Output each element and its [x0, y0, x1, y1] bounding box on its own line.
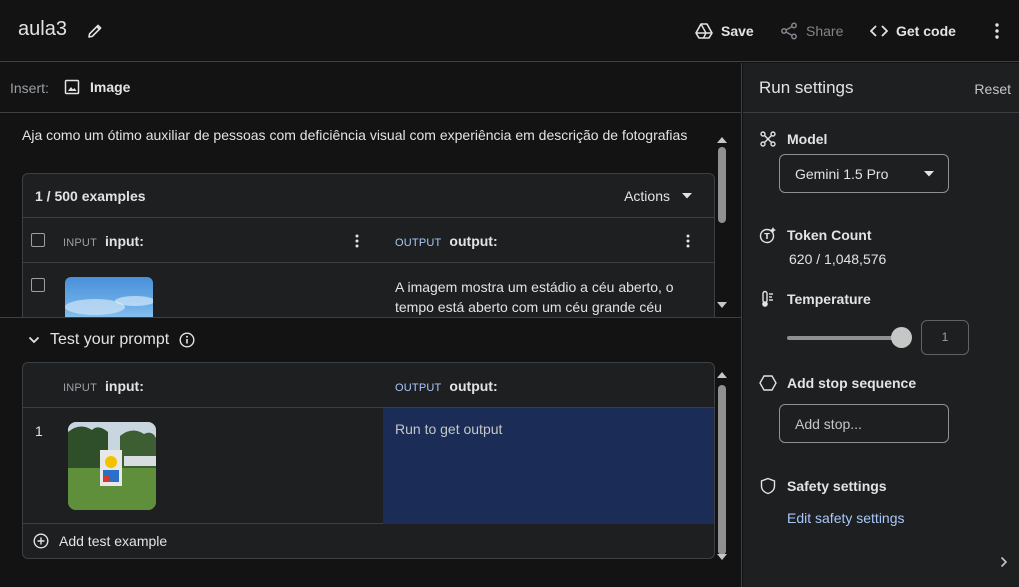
model-select[interactable]: Gemini 1.5 Pro — [779, 154, 949, 193]
test-prompt-header[interactable]: Test your prompt — [28, 331, 195, 349]
select-all-checkbox[interactable] — [31, 233, 45, 247]
insert-label: Insert: — [10, 80, 49, 96]
examples-count: 1 / 500 examples — [35, 188, 146, 204]
token-icon: T — [759, 226, 777, 244]
model-icon — [759, 130, 777, 148]
model-label: Model — [787, 131, 828, 147]
test-table: INPUT input: OUTPUT output: 1 Run to get… — [22, 362, 715, 559]
safety-label: Safety settings — [787, 478, 887, 494]
token-count-value: 620 / 1,048,576 — [789, 251, 887, 267]
test-output-tag: OUTPUT — [395, 382, 442, 394]
get-code-label: Get code — [896, 23, 956, 39]
scroll-up-arrow-icon[interactable] — [716, 136, 728, 144]
examples-header: 1 / 500 examples Actions — [23, 174, 714, 218]
chevron-down-icon[interactable] — [28, 336, 40, 344]
model-select-value: Gemini 1.5 Pro — [795, 166, 889, 182]
test-input-label: input: — [105, 378, 144, 394]
temperature-slider-thumb[interactable] — [891, 327, 912, 348]
test-output-column-header: OUTPUT output: — [395, 378, 498, 394]
row-checkbox[interactable] — [31, 278, 45, 292]
test-row[interactable]: 1 Run to get output — [23, 408, 714, 524]
scroll-down-arrow-icon[interactable] — [716, 301, 728, 309]
test-output-label: output: — [449, 378, 498, 394]
top-bar: aula3 Save Share Get code — [0, 0, 1019, 62]
input-tag: INPUT — [63, 237, 97, 249]
stop-sequence-section-label: Add stop sequence — [759, 374, 916, 392]
save-label: Save — [721, 23, 754, 39]
test-output-cell[interactable]: Run to get output — [383, 408, 714, 524]
prompt-title: aula3 — [18, 18, 67, 40]
hexagon-icon — [759, 374, 777, 392]
insert-image-button[interactable]: Image — [64, 79, 130, 95]
share-label: Share — [806, 23, 844, 39]
stop-sequence-placeholder: Add stop... — [795, 416, 862, 432]
edit-safety-settings-link[interactable]: Edit safety settings — [787, 510, 905, 526]
run-settings-panel: Run settings Reset Model Gemini 1.5 Pro … — [743, 63, 1019, 587]
insert-toolbar: Insert: Image — [0, 63, 742, 113]
example-output-text[interactable]: A imagem mostra um estádio a céu aberto,… — [395, 277, 695, 317]
park-image-thumbnail[interactable] — [68, 422, 156, 510]
example-row[interactable]: A imagem mostra um estádio a céu aberto,… — [23, 263, 714, 317]
image-icon — [64, 79, 80, 95]
reset-button[interactable]: Reset — [974, 81, 1011, 97]
save-button[interactable]: Save — [695, 20, 754, 42]
drive-icon — [695, 23, 713, 39]
test-input-column-header: INPUT input: — [63, 378, 144, 394]
get-code-button[interactable]: Get code — [870, 20, 956, 42]
run-settings-header: Run settings Reset — [743, 63, 1019, 113]
share-icon — [780, 22, 798, 40]
input-column-header: INPUT input: — [63, 233, 144, 249]
temperature-input[interactable]: 1 — [921, 320, 969, 355]
caret-down-icon — [924, 171, 934, 177]
output-column-label: output: — [449, 233, 498, 249]
run-settings-title: Run settings — [759, 78, 854, 97]
shield-icon — [759, 477, 777, 495]
insert-image-label: Image — [90, 79, 131, 95]
scroll-down-arrow-icon[interactable] — [716, 553, 728, 561]
temperature-slider-track[interactable] — [787, 336, 903, 340]
prompt-editor-panel: Insert: Image Aja como um ótimo auxiliar… — [0, 63, 742, 587]
token-count-label: Token Count — [787, 227, 872, 243]
temperature-label: Temperature — [787, 291, 871, 307]
scrollbar-thumb[interactable] — [718, 385, 726, 555]
actions-button[interactable]: Actions — [624, 188, 692, 204]
stadium-image-thumbnail[interactable] — [65, 277, 153, 317]
code-icon — [870, 24, 888, 38]
examples-table: 1 / 500 examples Actions INPUT input: OU… — [22, 173, 715, 318]
scrollbar-thumb[interactable] — [718, 147, 726, 223]
add-test-example-button[interactable]: Add test example — [33, 533, 167, 549]
test-row-number: 1 — [35, 423, 43, 439]
panel-divider[interactable] — [0, 317, 742, 318]
temperature-section-label: Temperature — [759, 290, 871, 308]
share-button[interactable]: Share — [780, 20, 843, 42]
chevron-right-icon[interactable] — [1000, 556, 1008, 568]
caret-down-icon — [682, 193, 692, 199]
test-input-tag: INPUT — [63, 382, 97, 394]
pencil-icon[interactable] — [86, 22, 104, 40]
output-tag: OUTPUT — [395, 237, 442, 249]
thermometer-icon — [759, 290, 777, 308]
output-column-header: OUTPUT output: — [395, 233, 498, 249]
stop-sequence-input[interactable]: Add stop... — [779, 404, 949, 443]
examples-column-header: INPUT input: OUTPUT output: — [23, 218, 714, 263]
add-test-example-label: Add test example — [59, 533, 168, 549]
scroll-up-arrow-icon[interactable] — [716, 371, 728, 379]
info-icon[interactable] — [179, 332, 195, 348]
test-column-header: INPUT input: OUTPUT output: — [23, 363, 714, 408]
system-instruction-text[interactable]: Aja como um ótimo auxiliar de pessoas co… — [22, 127, 687, 143]
stop-sequence-label: Add stop sequence — [787, 375, 917, 391]
actions-label: Actions — [624, 188, 670, 204]
input-column-label: input: — [105, 233, 144, 249]
more-vert-icon[interactable] — [988, 21, 1006, 41]
test-output-placeholder: Run to get output — [395, 421, 503, 437]
test-prompt-title: Test your prompt — [50, 331, 170, 348]
safety-section-label: Safety settings — [759, 477, 887, 495]
input-column-more-icon[interactable] — [355, 234, 359, 248]
add-circle-icon — [33, 533, 49, 549]
svg-text:T: T — [764, 232, 770, 241]
token-count-section-label: T Token Count — [759, 226, 872, 244]
output-column-more-icon[interactable] — [686, 234, 690, 248]
model-section-label: Model — [759, 130, 827, 148]
